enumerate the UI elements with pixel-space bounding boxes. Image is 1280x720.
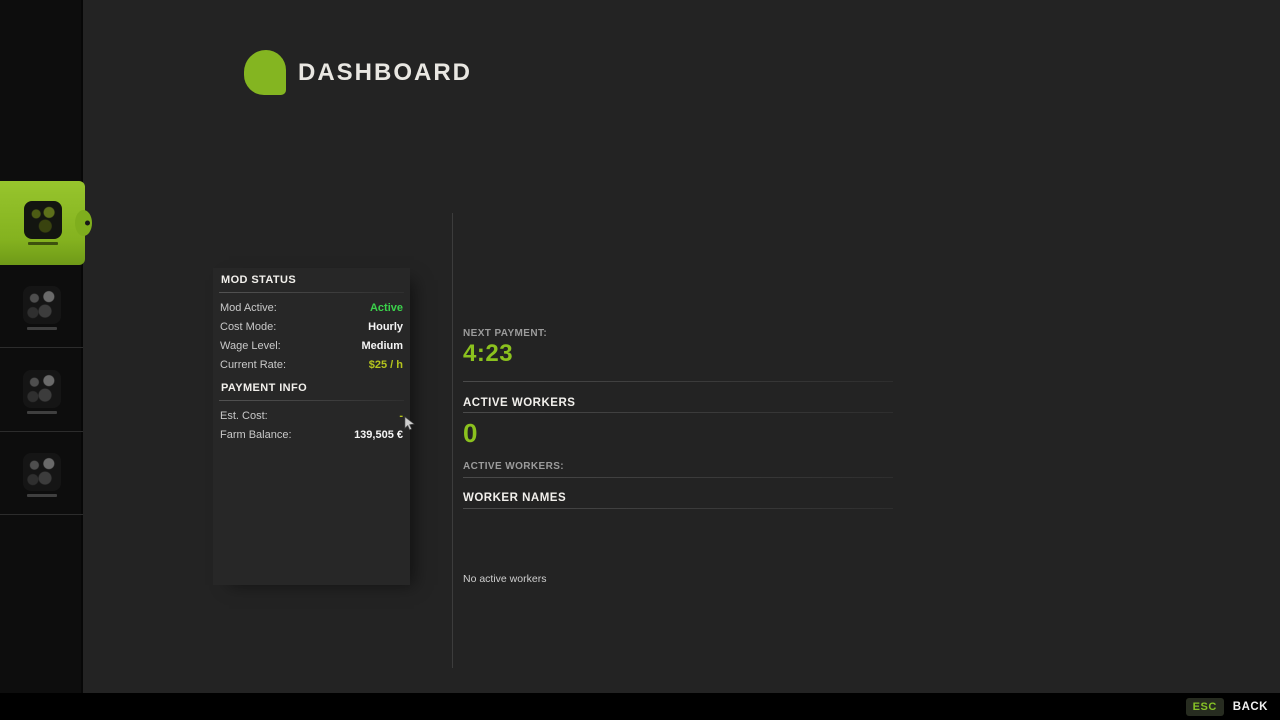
row-label: Current Rate: xyxy=(220,359,286,371)
divider xyxy=(463,508,893,509)
sidebar-separator xyxy=(0,431,83,432)
worker-names-title: WORKER NAMES xyxy=(463,492,893,504)
divider xyxy=(463,381,893,382)
row-cost-mode: Cost Mode: Hourly xyxy=(220,321,403,333)
row-value: Hourly xyxy=(368,321,403,333)
next-payment-timer: 4:23 xyxy=(463,340,893,368)
mod-icon xyxy=(23,453,61,491)
active-workers-sublabel: ACTIVE WORKERS: xyxy=(463,461,893,472)
row-value: $25 / h xyxy=(369,359,403,371)
row-label: Farm Balance: xyxy=(220,429,292,441)
row-label: Wage Level: xyxy=(220,340,281,352)
sidebar-item-mod-selected[interactable] xyxy=(0,181,85,265)
mod-sidebar xyxy=(0,0,83,693)
row-label: Mod Active: xyxy=(220,302,277,314)
mod-icon xyxy=(23,370,61,408)
sidebar-item-mod-3[interactable] xyxy=(0,351,83,432)
row-value: 139,505 € xyxy=(354,429,403,441)
app-logo-icon xyxy=(244,50,286,95)
vertical-divider xyxy=(452,213,453,668)
sidebar-item-mod-2[interactable] xyxy=(0,268,83,348)
mod-icon-caption xyxy=(28,242,58,245)
bottom-bar: ESC BACK xyxy=(0,693,1280,720)
divider xyxy=(219,292,404,293)
status-panel: MOD STATUS Mod Active: Active Cost Mode:… xyxy=(213,268,410,585)
tab-notch-dot xyxy=(85,221,90,226)
row-label: Est. Cost: xyxy=(220,410,268,422)
mod-icon xyxy=(24,201,62,239)
sidebar-separator xyxy=(0,514,83,515)
mod-icon-caption xyxy=(27,411,57,414)
mod-icon-caption xyxy=(27,327,57,330)
page-header: DASHBOARD xyxy=(244,50,472,95)
row-value: Active xyxy=(370,302,403,314)
active-workers-title: ACTIVE WORKERS xyxy=(463,397,893,409)
row-current-rate: Current Rate: $25 / h xyxy=(220,359,403,371)
divider xyxy=(463,477,893,478)
payment-info-title: PAYMENT INFO xyxy=(219,382,404,394)
mouse-cursor-icon xyxy=(403,416,417,430)
no-active-workers-message: No active workers xyxy=(463,573,893,585)
mod-icon-caption xyxy=(27,494,57,497)
page-title: DASHBOARD xyxy=(298,59,472,87)
esc-key-badge[interactable]: ESC xyxy=(1186,698,1224,716)
sidebar-item-mod-4[interactable] xyxy=(0,435,83,515)
sidebar-separator xyxy=(0,347,83,348)
mod-status-title: MOD STATUS xyxy=(219,274,404,286)
divider xyxy=(219,400,404,401)
row-wage-level: Wage Level: Medium xyxy=(220,340,403,352)
row-est-cost: Est. Cost: - xyxy=(220,410,403,422)
divider xyxy=(463,412,893,413)
next-payment-label: NEXT PAYMENT: xyxy=(463,328,893,339)
back-button[interactable]: BACK xyxy=(1233,701,1268,713)
active-workers-count: 0 xyxy=(463,418,893,449)
row-mod-active: Mod Active: Active xyxy=(220,302,403,314)
mod-icon xyxy=(23,286,61,324)
row-value: Medium xyxy=(361,340,403,352)
dashboard-screen: DASHBOARD MOD STATUS Mod Active: Active … xyxy=(0,0,1280,720)
row-label: Cost Mode: xyxy=(220,321,276,333)
row-farm-balance: Farm Balance: 139,505 € xyxy=(220,429,403,441)
